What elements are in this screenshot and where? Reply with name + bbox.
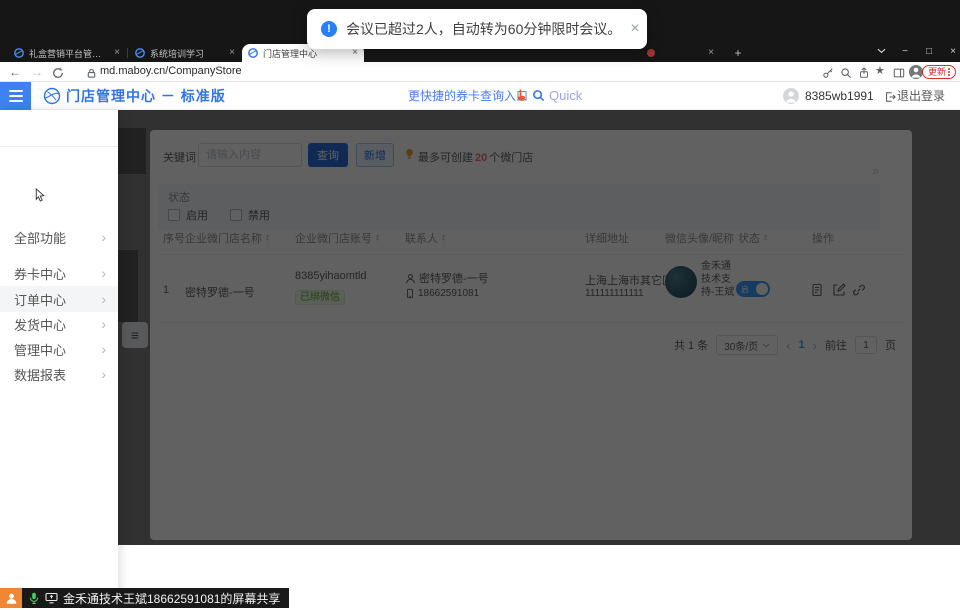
coupon-query-link[interactable]: 更快捷的券卡查询入口 xyxy=(408,82,528,110)
logout-icon[interactable] xyxy=(884,90,896,108)
update-label: 更新 xyxy=(928,68,946,77)
browser-tab[interactable]: 系统培训学习 × xyxy=(129,44,241,62)
sidebar-item-shipping-center[interactable]: 发货中心 › xyxy=(0,311,118,337)
taskbar-app-icon[interactable] xyxy=(0,588,22,608)
sidebar-divider xyxy=(0,146,118,147)
microphone-icon xyxy=(28,592,40,605)
screen-share-bar: 金禾通技术王斌18662591081的屏幕共享 xyxy=(22,588,289,608)
sidebar-item-order-center[interactable]: 订单中心 › xyxy=(0,286,118,312)
tab-close-icon[interactable]: × xyxy=(114,48,120,58)
drawer-backdrop[interactable] xyxy=(118,110,960,545)
chrome-update-button[interactable]: 更新 xyxy=(922,65,956,79)
user-avatar[interactable] xyxy=(783,88,799,104)
tab-favicon xyxy=(14,48,24,58)
pointing-hand-icon xyxy=(514,89,527,107)
chevron-right-icon: › xyxy=(101,291,106,307)
back-icon[interactable]: ← xyxy=(9,64,21,80)
bookmark-star-icon[interactable]: ★ xyxy=(875,64,885,77)
url-text[interactable]: md.maboy.cn/CompanyStore xyxy=(100,65,242,77)
tab-close-icon[interactable]: × xyxy=(708,48,714,58)
sidebar-item-label: 订单中心 xyxy=(14,290,101,309)
sidebar-item-label: 管理中心 xyxy=(14,340,101,359)
sidebar-item-label: 发货中心 xyxy=(14,315,101,334)
more-menu-icon xyxy=(948,68,950,76)
browser-tab[interactable]: × xyxy=(640,44,720,62)
quick-search-label[interactable]: Quick xyxy=(549,82,582,110)
tab-favicon xyxy=(646,48,656,58)
tab-favicon xyxy=(135,48,145,58)
tab-title: 系统培训学习 xyxy=(150,47,224,60)
tab-title: 礼盒营销平台管理中心 xyxy=(29,47,109,60)
tab-separator xyxy=(127,48,128,58)
chevron-right-icon: › xyxy=(101,341,106,357)
tab-close-icon[interactable]: × xyxy=(352,48,358,58)
share-status-text: 金禾通技术王斌18662591081的屏幕共享 xyxy=(63,590,280,607)
window-maximize-icon[interactable]: □ xyxy=(920,44,938,60)
mouse-cursor xyxy=(34,188,46,208)
sidebar-item-management-center[interactable]: 管理中心 › xyxy=(0,336,118,362)
screen-share-icon xyxy=(45,592,58,604)
sidebar-item-data-reports[interactable]: 数据报表 › xyxy=(0,361,118,387)
main-content-region: ≡ 关键词 查询 新增 最多可创建20个微门店 » 状态 启用 禁用 xyxy=(118,110,960,545)
window-close-icon[interactable]: × xyxy=(944,44,960,60)
tab-close-icon[interactable]: × xyxy=(229,48,235,58)
new-tab-button[interactable]: + xyxy=(730,46,746,62)
toast-message: 会议已超过2人，自动转为60分钟限时会议。 xyxy=(346,19,621,39)
page-title: 门店管理中心 － 标准版 xyxy=(66,82,226,110)
sidebar-item-all-functions[interactable]: 全部功能 › xyxy=(0,224,118,250)
forward-icon[interactable]: → xyxy=(31,64,43,80)
info-icon: ! xyxy=(321,21,337,37)
meeting-toast: ! 会议已超过2人，自动转为60分钟限时会议。 × xyxy=(307,9,647,49)
logout-button[interactable]: 退出登录 xyxy=(897,82,945,110)
quick-search-icon[interactable] xyxy=(532,89,545,107)
sidebar-item-label: 全部功能 xyxy=(14,228,101,247)
chevron-right-icon: › xyxy=(101,265,106,281)
username-text: 8385wb1991 xyxy=(805,82,874,110)
hamburger-menu-button[interactable] xyxy=(0,82,31,110)
profile-avatar-icon[interactable] xyxy=(909,65,923,79)
person-glyph xyxy=(783,88,799,104)
sidebar-item-label: 数据报表 xyxy=(14,365,101,384)
person-glyph xyxy=(909,65,923,79)
chevron-right-icon: › xyxy=(101,316,106,332)
tab-favicon xyxy=(248,48,258,58)
sidebar-drawer: 全部功能 › 券卡中心 › 订单中心 › 发货中心 › 管理中心 › 数据报表 … xyxy=(0,110,118,610)
chevron-right-icon: › xyxy=(101,229,106,245)
sidebar-item-label: 券卡中心 xyxy=(14,264,101,283)
chevron-right-icon: › xyxy=(101,366,106,382)
browser-tab[interactable]: 礼盒营销平台管理中心 × xyxy=(8,44,126,62)
sidebar-item-coupon-center[interactable]: 券卡中心 › xyxy=(0,260,118,286)
window-menu-icon[interactable] xyxy=(872,44,890,60)
person-glyph xyxy=(5,592,18,605)
app-logo-icon xyxy=(43,87,61,110)
toast-close-icon[interactable]: × xyxy=(630,21,639,37)
window-minimize-icon[interactable]: − xyxy=(896,44,914,60)
